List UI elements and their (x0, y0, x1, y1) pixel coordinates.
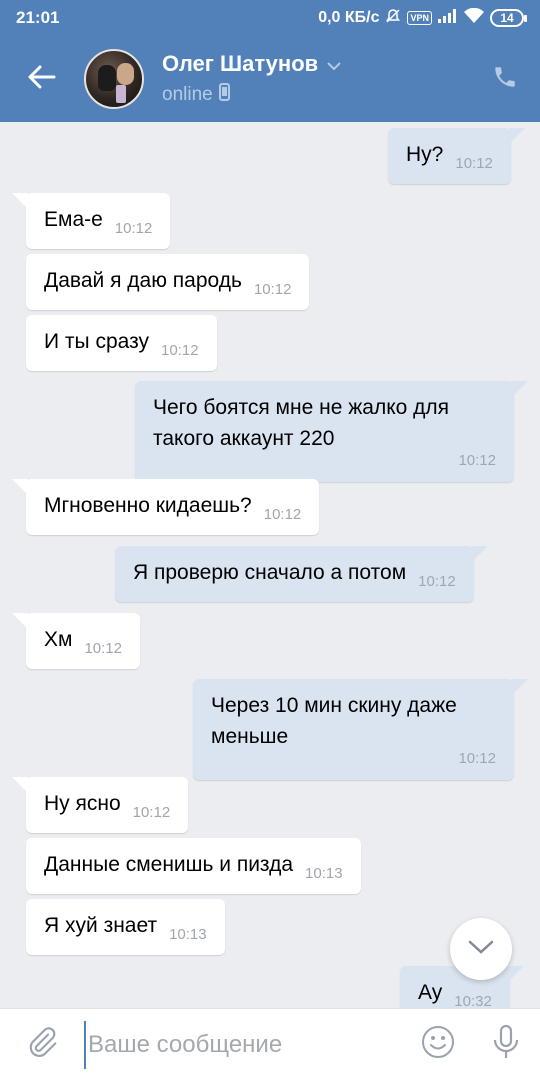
message-bubble-out[interactable]: Я проверю сначало а потом 10:12 (115, 546, 488, 602)
message-time: 10:12 (455, 155, 493, 172)
voice-message-button[interactable] (472, 1009, 540, 1080)
message-text: Данные сменишь и пизда (44, 853, 294, 876)
smiley-icon (421, 1025, 455, 1064)
message-text: Я хуй знает (44, 914, 158, 937)
message-text: Ну? (406, 143, 444, 166)
wifi-icon (464, 7, 484, 29)
message-bubble-in[interactable]: Мгновенно кидаешь? 10:12 (11, 479, 320, 535)
emoji-button[interactable] (404, 1009, 472, 1080)
message-text: Чего боятся мне не жалко для такого акка… (153, 396, 450, 450)
message-bubble-in[interactable]: Давай я даю пародь 10:12 (26, 254, 310, 310)
message-time: 10:32 (454, 993, 492, 1008)
chevron-down-icon (326, 51, 342, 77)
message-bubble-out[interactable]: Ну? 10:12 (388, 128, 525, 184)
contact-status-row: online (162, 83, 470, 107)
message-input[interactable] (84, 1020, 404, 1069)
vpn-icon: VPN (407, 11, 432, 25)
message-bubble-out[interactable]: Через 10 мин скину даже меньше 10:12 (193, 679, 528, 780)
back-button[interactable] (0, 36, 84, 122)
message-text: Давай я даю пародь (44, 269, 242, 292)
message-time: 10:12 (263, 506, 302, 523)
signal-icon (438, 8, 458, 28)
message-composer (0, 1008, 540, 1080)
call-button[interactable] (470, 36, 540, 122)
message-bubble-in[interactable]: И ты сразу 10:12 (26, 315, 217, 371)
message-text: Через 10 мин скину даже меньше (211, 694, 457, 748)
alarm-icon (385, 8, 401, 29)
chat-header: 21:01 0,0 КБ/с VPN 14 Олег Шатунов onlin… (0, 0, 540, 122)
arrow-back-icon (28, 65, 56, 94)
message-text: Мгновенно кидаешь? (44, 494, 252, 517)
message-bubble-in[interactable]: Данные сменишь и пизда 10:13 (26, 838, 361, 894)
status-indicators: 0,0 КБ/с VPN 14 (318, 7, 527, 29)
message-text: Ау (418, 981, 443, 1004)
message-time: 10:12 (132, 804, 171, 821)
message-bubble-in[interactable]: Ну ясно 10:12 (11, 777, 189, 833)
contact-name-row: Олег Шатунов (162, 51, 470, 77)
paperclip-icon (26, 1026, 58, 1063)
message-bubble-out[interactable]: Чего боятся мне не жалко для такого акка… (135, 381, 528, 482)
battery-icon: 14 (490, 9, 527, 27)
attach-button[interactable] (0, 1009, 84, 1080)
message-text: Ну ясно (44, 792, 121, 815)
message-time: 10:12 (161, 342, 199, 359)
message-text: И ты сразу (44, 330, 149, 353)
contact-status: online (162, 84, 213, 105)
message-time: 10:13 (169, 926, 207, 943)
message-time: 10:12 (253, 281, 292, 298)
message-text: Хм (44, 628, 73, 651)
message-time: 10:12 (114, 220, 153, 237)
message-time: 10:12 (84, 640, 122, 657)
message-time: 10:12 (458, 750, 496, 767)
avatar[interactable] (84, 49, 144, 109)
mobile-icon (218, 83, 230, 107)
message-text: Я проверю сначало а потом (133, 561, 407, 584)
message-bubble-in[interactable]: Я хуй знает 10:13 (26, 899, 225, 955)
scroll-down-button[interactable] (450, 918, 512, 980)
message-bubble-in[interactable]: Хм 10:12 (12, 613, 140, 669)
status-bar: 21:01 0,0 КБ/с VPN 14 (0, 0, 540, 36)
phone-icon (492, 64, 518, 95)
message-time: 10:13 (305, 865, 343, 882)
contact-name: Олег Шатунов (162, 51, 319, 76)
status-time: 21:01 (16, 8, 60, 27)
chevron-down-icon (467, 939, 495, 960)
contact-title[interactable]: Олег Шатунов online (162, 51, 470, 107)
microphone-icon (491, 1024, 521, 1065)
message-text: Ема-е (44, 208, 103, 231)
message-list[interactable]: Ну? 10:12 Ема-е 10:12 Давай я даю пародь 10… (0, 122, 540, 1008)
message-bubble-in[interactable]: Ема-е 10:12 (11, 193, 171, 249)
network-speed: 0,0 КБ/с (318, 9, 380, 26)
message-time: 10:12 (418, 573, 456, 590)
message-time: 10:12 (458, 452, 496, 469)
app-bar: Олег Шатунов online (0, 36, 540, 122)
